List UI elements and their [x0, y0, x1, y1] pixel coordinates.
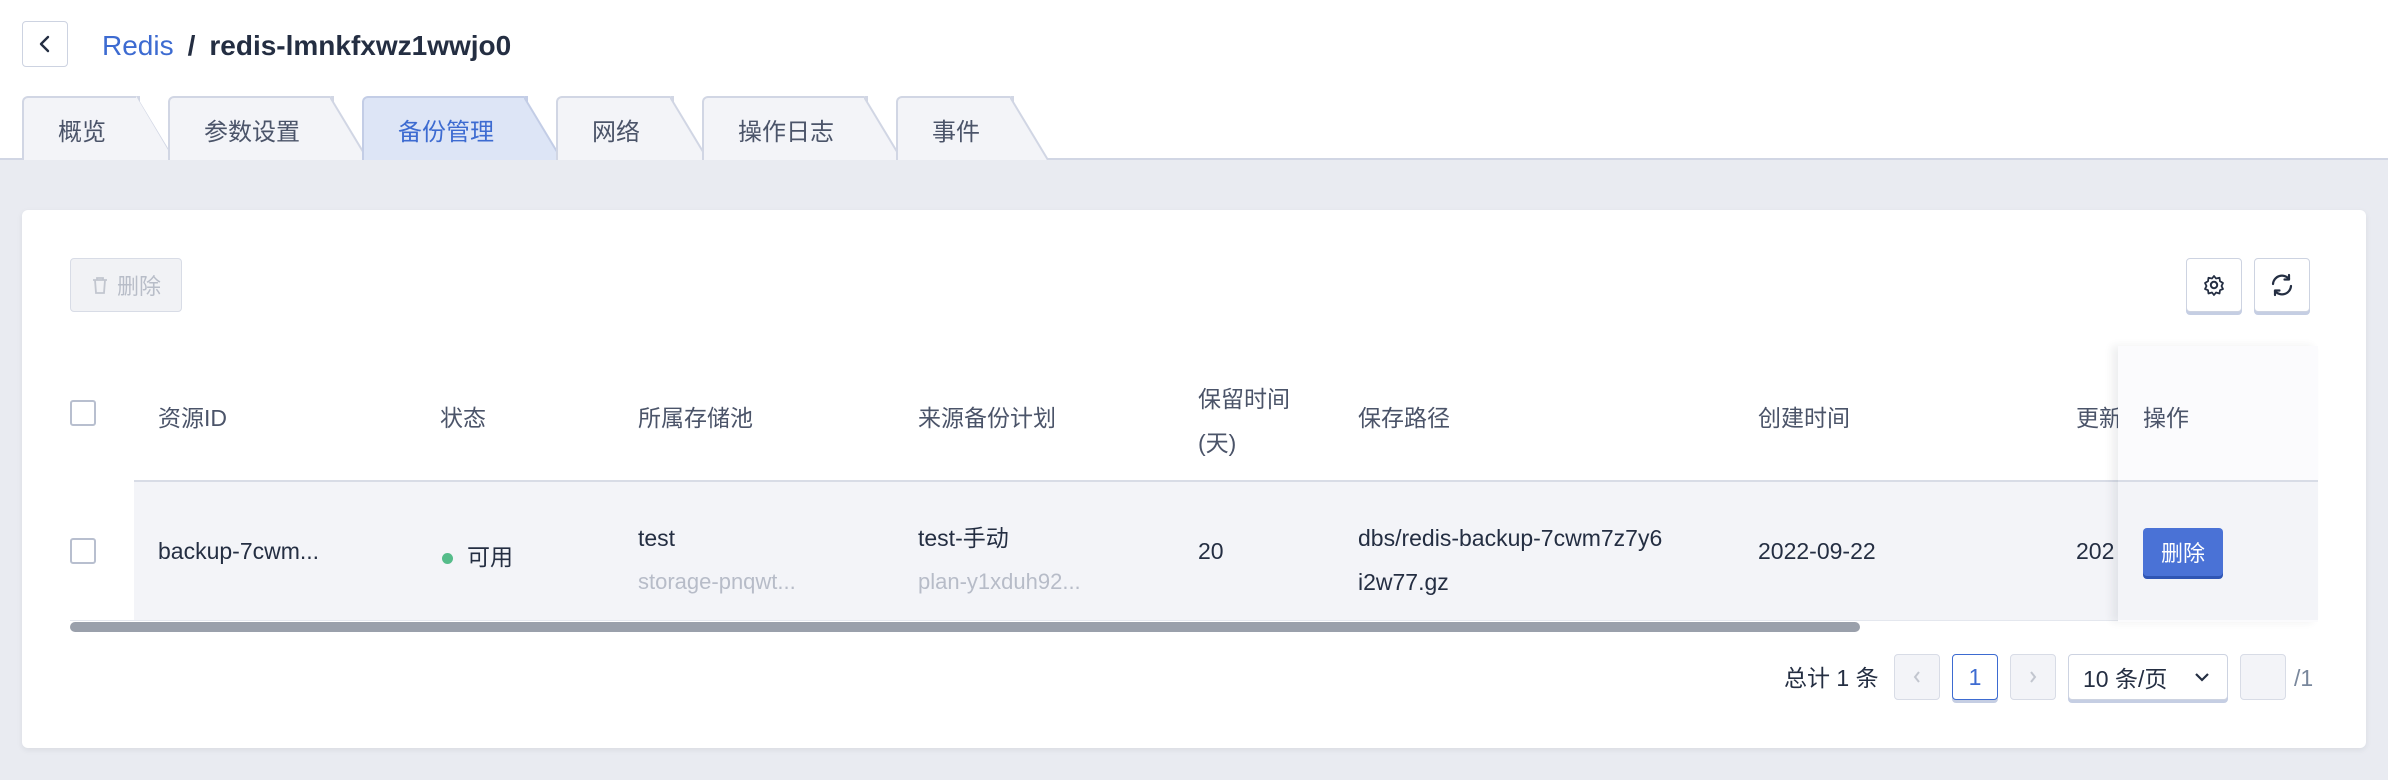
refresh-icon — [2271, 273, 2293, 297]
row-checkbox[interactable] — [70, 538, 96, 564]
storage-pool-id: storage-pnqwt... — [638, 569, 796, 594]
bulk-delete-label: 删除 — [116, 274, 161, 299]
next-page-button[interactable] — [2010, 654, 2056, 700]
storage-pool-cell: test storage-pnqwt... — [638, 516, 796, 604]
back-button[interactable] — [22, 21, 68, 67]
table-settings-button[interactable] — [2186, 258, 2242, 312]
tab-label: 事件 — [932, 118, 980, 146]
gear-icon — [2204, 275, 2224, 296]
top-bar: Redis / redis-lmnkfxwz1wwjo0 概览 参数设置 备份管… — [0, 0, 2388, 160]
retention-cell: 20 — [1198, 538, 1224, 564]
tab-backup-management[interactable]: 备份管理 — [362, 96, 563, 160]
source-plan-name: test-手动 — [918, 525, 1009, 551]
tab-label: 操作日志 — [738, 118, 834, 146]
tab-label: 网络 — [592, 118, 640, 146]
column-header-path[interactable]: 保存路径 — [1358, 399, 1450, 433]
tab-operation-log[interactable]: 操作日志 — [702, 96, 903, 160]
total-pages: /1 — [2294, 665, 2314, 691]
chevron-down-icon — [2195, 673, 2209, 682]
tab-overview[interactable]: 概览 — [22, 96, 175, 160]
column-header-source-plan[interactable]: 来源备份计划 — [918, 399, 1056, 433]
column-header-resource-id[interactable]: 资源ID — [158, 399, 227, 433]
horizontal-scrollbar[interactable] — [70, 622, 1860, 632]
prev-page-button[interactable] — [1894, 654, 1940, 700]
retention-header-line2: (天) — [1198, 430, 1237, 456]
status-cell: 可用 — [442, 538, 513, 572]
source-plan-id: plan-y1xduh92... — [918, 569, 1081, 594]
select-all-checkbox[interactable] — [70, 400, 96, 426]
storage-pool-name: test — [638, 525, 676, 551]
chevron-left-icon — [39, 35, 50, 53]
created-cell: 2022-09-22 — [1758, 538, 1876, 564]
page-title: redis-lmnkfxwz1wwjo0 — [209, 30, 512, 61]
source-plan-cell: test-手动 plan-y1xduh92... — [918, 516, 1081, 604]
column-header-retention[interactable]: 保留时间 (天) — [1198, 377, 1290, 465]
updated-cell: 202 — [2076, 538, 2115, 564]
chevron-right-icon — [2030, 671, 2037, 683]
column-header-created[interactable]: 创建时间 — [1758, 399, 1850, 433]
current-page-button[interactable]: 1 — [1952, 654, 1998, 700]
column-header-actions: 操作 — [2143, 405, 2189, 431]
bulk-delete-button[interactable]: 删除 — [70, 258, 182, 312]
pagination-total: 总计 1 条 — [1784, 665, 1879, 691]
tab-label: 备份管理 — [398, 118, 494, 146]
breadcrumb-redis-link[interactable]: Redis — [102, 30, 174, 62]
status-dot-icon — [442, 553, 453, 565]
backup-list-card: 删除 资源ID 状态 所属存储池 来源备份计划 保留时间 (天) 保存路径 创建… — [22, 210, 2366, 748]
row-delete-button[interactable]: 删除 — [2143, 528, 2223, 576]
column-header-status[interactable]: 状态 — [440, 399, 486, 433]
tab-network[interactable]: 网络 — [556, 96, 709, 160]
resource-id-cell[interactable]: backup-7cwm... — [158, 538, 319, 565]
tab-events[interactable]: 事件 — [896, 96, 1049, 160]
path-line1: dbs/redis-backup-7cwm7z7y6 — [1358, 525, 1663, 551]
tab-parameters[interactable]: 参数设置 — [168, 96, 369, 160]
page-size-value: 10 条/页 — [2083, 666, 2168, 692]
path-cell: dbs/redis-backup-7cwm7z7y6 i2w77.gz — [1358, 516, 1662, 604]
retention-header-line1: 保留时间 — [1198, 386, 1290, 412]
row-divider — [70, 620, 2318, 621]
status-text: 可用 — [467, 544, 513, 570]
column-header-updated[interactable]: 更新 — [2076, 399, 2122, 433]
breadcrumb: Redis / redis-lmnkfxwz1wwjo0 — [102, 26, 511, 66]
tab-label: 概览 — [58, 118, 106, 146]
refresh-button[interactable] — [2254, 258, 2310, 312]
breadcrumb-separator: / — [187, 30, 196, 61]
trash-icon — [92, 277, 107, 294]
tab-label: 参数设置 — [204, 118, 300, 146]
page-jump-input[interactable] — [2240, 654, 2286, 700]
path-line2: i2w77.gz — [1358, 569, 1449, 595]
chevron-left-icon — [1913, 671, 1920, 683]
column-header-storage-pool[interactable]: 所属存储池 — [638, 399, 753, 433]
page-size-select[interactable]: 10 条/页 — [2068, 654, 2228, 700]
